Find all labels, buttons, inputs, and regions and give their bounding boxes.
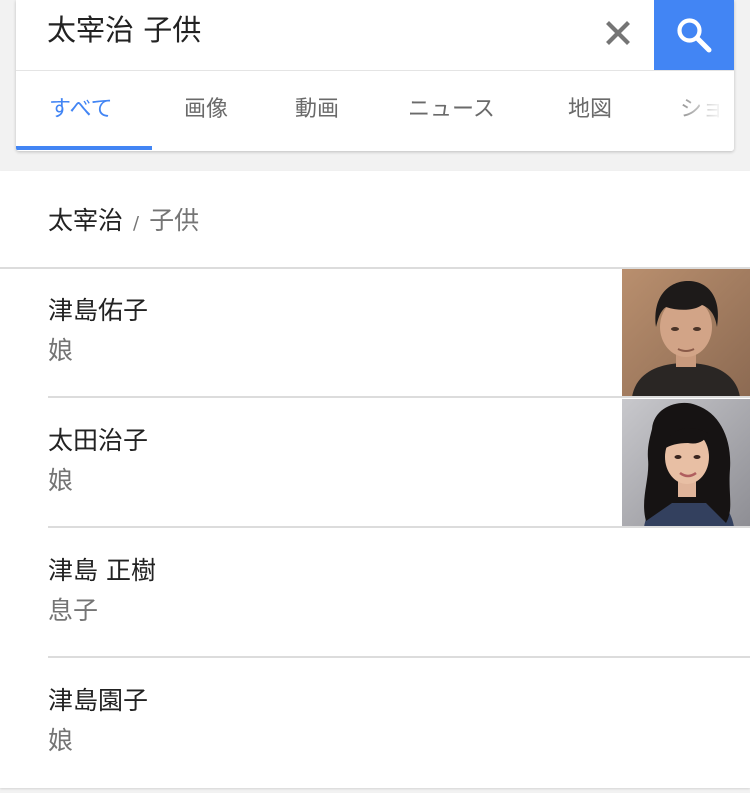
tab-videos[interactable]: 動画	[295, 95, 339, 125]
child-photo	[622, 399, 750, 527]
children-results-panel: 太宰治 / 子供 津島佑子 娘 太田治子 娘 津島 正樹 息子 津島園子 娘	[0, 171, 750, 788]
child-row[interactable]: 太田治子 娘	[0, 399, 750, 528]
child-photo	[622, 269, 750, 397]
row-divider	[48, 526, 750, 528]
tab-images[interactable]: 画像	[184, 95, 228, 125]
child-relation: 娘	[48, 336, 74, 365]
child-name: 太田治子	[48, 426, 149, 455]
child-relation: 息子	[48, 596, 99, 625]
search-icon	[677, 18, 712, 53]
child-row[interactable]: 津島園子 娘	[0, 659, 750, 788]
close-icon	[606, 21, 630, 45]
row-divider	[48, 396, 750, 398]
breadcrumb: 太宰治 / 子供	[48, 203, 199, 242]
child-name: 津島 正樹	[48, 556, 156, 585]
search-button[interactable]	[654, 0, 734, 70]
row-divider	[48, 656, 750, 658]
child-name: 津島園子	[48, 686, 149, 715]
search-bar: 太宰治 子供	[16, 0, 734, 71]
search-card: 太宰治 子供 すべて 画像 動画 ニュース 地図 ショ	[16, 0, 734, 151]
clear-search-button[interactable]	[594, 11, 642, 55]
breadcrumb-attribute: 子供	[149, 206, 200, 235]
tab-news[interactable]: ニュース	[408, 95, 495, 125]
tab-all[interactable]: すべて	[49, 95, 113, 125]
tab-shopping[interactable]: ショ	[680, 95, 724, 125]
child-name: 津島佑子	[48, 296, 149, 325]
child-relation: 娘	[48, 726, 74, 755]
child-relation: 娘	[48, 466, 74, 495]
child-row[interactable]: 津島佑子 娘	[0, 269, 750, 398]
breadcrumb-entity[interactable]: 太宰治	[48, 206, 123, 235]
tab-maps[interactable]: 地図	[568, 95, 612, 125]
child-row[interactable]: 津島 正樹 息子	[0, 529, 750, 658]
search-input[interactable]: 太宰治 子供	[47, 10, 201, 50]
search-tabs: すべて 画像 動画 ニュース 地図 ショ	[16, 71, 734, 151]
active-tab-indicator	[16, 146, 152, 150]
breadcrumb-separator: /	[133, 213, 140, 234]
